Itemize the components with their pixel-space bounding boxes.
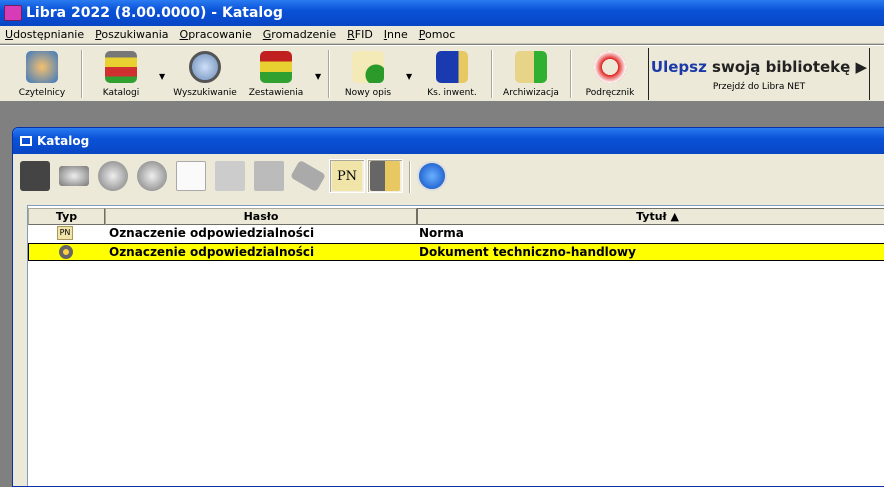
archive-folder-icon	[515, 51, 547, 83]
documents-icon	[254, 161, 284, 191]
nowy-opis-button[interactable]: Nowy opis	[338, 48, 398, 100]
document-type-toolbar: PN	[13, 155, 884, 199]
catalog-list: Typ Hasło Tytuł ▲ PN Oznaczenie odpowied…	[27, 205, 884, 486]
menu-rfid[interactable]: RFID	[342, 28, 378, 41]
katalogi-button[interactable]: Katalogi	[92, 48, 150, 100]
film-reel-icon	[98, 161, 128, 191]
window-icon	[20, 136, 32, 146]
technical-document-type-button[interactable]	[367, 159, 403, 193]
app-titlebar: Libra 2022 (8.00.0000) - Katalog	[0, 0, 884, 26]
cassette-type-button[interactable]	[56, 159, 92, 193]
menu-pomoc[interactable]: Pomoc	[414, 28, 460, 41]
table-row-selected[interactable]: Oznaczenie odpowiedzialności Dokument te…	[28, 243, 884, 261]
lifebuoy-icon	[594, 51, 626, 83]
main-toolbar: Czytelnicy Katalogi ▼ Wyszukiwanie Zesta…	[0, 45, 884, 101]
toolbar-separator	[81, 50, 83, 98]
katalog-window-titlebar[interactable]: Katalog	[13, 128, 884, 154]
column-header-tytul[interactable]: Tytuł ▲	[417, 208, 884, 225]
pn-norm-icon: PN	[57, 226, 73, 240]
archiwizacja-button[interactable]: Archiwizacja	[498, 48, 564, 100]
inventory-book-icon	[436, 51, 468, 83]
menu-inne[interactable]: Inne	[379, 28, 413, 41]
menu-udostepnianie[interactable]: Udostępnianie	[0, 28, 89, 41]
cassette-icon	[59, 166, 89, 186]
table-row[interactable]: PN Oznaczenie odpowiedzialności Norma	[28, 225, 884, 243]
toolbar-separator	[328, 50, 330, 98]
back-arrow-icon	[417, 161, 447, 191]
books-stack-icon	[260, 51, 292, 83]
filing-cabinet-icon	[105, 51, 137, 83]
upgrade-promo-button[interactable]: Ulepsz swoją bibliotekę ▶ Przejdź do Lib…	[648, 48, 870, 100]
card-type-button[interactable]	[290, 159, 326, 193]
sheet-music-type-button[interactable]	[173, 159, 209, 193]
documents-type-button[interactable]	[251, 159, 287, 193]
toolbar-separator	[409, 161, 411, 193]
books-icon	[20, 161, 50, 191]
zestawienia-button[interactable]: Zestawienia	[244, 48, 308, 100]
card-icon	[290, 159, 326, 193]
music-notes-icon	[176, 161, 206, 191]
cd-type-button[interactable]	[134, 159, 170, 193]
cell-haslo: Oznaczenie odpowiedzialności	[109, 226, 315, 240]
back-button[interactable]	[414, 159, 450, 193]
cell-tytul: Dokument techniczno-handlowy	[419, 245, 636, 259]
menu-opracowanie[interactable]: Opracowanie	[175, 28, 257, 41]
magnifier-icon	[189, 51, 221, 83]
katalogi-dropdown-arrow-icon[interactable]: ▼	[159, 72, 165, 81]
toolbar-separator	[570, 50, 572, 98]
cd-icon	[137, 161, 167, 191]
libra-net-link[interactable]: Przejdź do Libra NET	[649, 82, 869, 92]
menu-bar: Udostępnianie Poszukiwania Opracowanie G…	[0, 26, 884, 44]
new-record-icon	[352, 51, 384, 83]
nowy-opis-dropdown-arrow-icon[interactable]: ▼	[406, 72, 412, 81]
cell-haslo: Oznaczenie odpowiedzialności	[109, 245, 315, 259]
pn-norm-icon: PN	[332, 161, 362, 191]
czytelnicy-button[interactable]: Czytelnicy	[12, 48, 72, 100]
cell-tytul: Norma	[419, 226, 464, 240]
books-type-button[interactable]	[17, 159, 53, 193]
katalog-window: Katalog PN Typ Hasło Tytuł ▲ PN Oznaczen…	[12, 127, 884, 487]
gear-folder-icon	[370, 161, 400, 191]
libra-app-icon	[4, 5, 22, 21]
ks-inwent-button[interactable]: Ks. inwent.	[422, 48, 482, 100]
readers-icon	[26, 51, 58, 83]
gear-icon	[59, 245, 73, 259]
menu-poszukiwania[interactable]: Poszukiwania	[90, 28, 173, 41]
column-header-haslo[interactable]: Hasło	[105, 208, 417, 225]
zestawienia-dropdown-arrow-icon[interactable]: ▼	[315, 72, 321, 81]
wyszukiwanie-button[interactable]: Wyszukiwanie	[170, 48, 240, 100]
film-reel-type-button[interactable]	[95, 159, 131, 193]
map-type-button[interactable]	[212, 159, 248, 193]
app-title: Libra 2022 (8.00.0000) - Katalog	[26, 5, 283, 21]
menu-gromadzenie[interactable]: Gromadzenie	[258, 28, 341, 41]
podrecznik-button[interactable]: Podręcznik	[578, 48, 642, 100]
compass-map-icon	[215, 161, 245, 191]
column-header-typ[interactable]: Typ	[28, 208, 105, 225]
norm-type-button[interactable]: PN	[329, 159, 365, 193]
toolbar-separator	[491, 50, 493, 98]
